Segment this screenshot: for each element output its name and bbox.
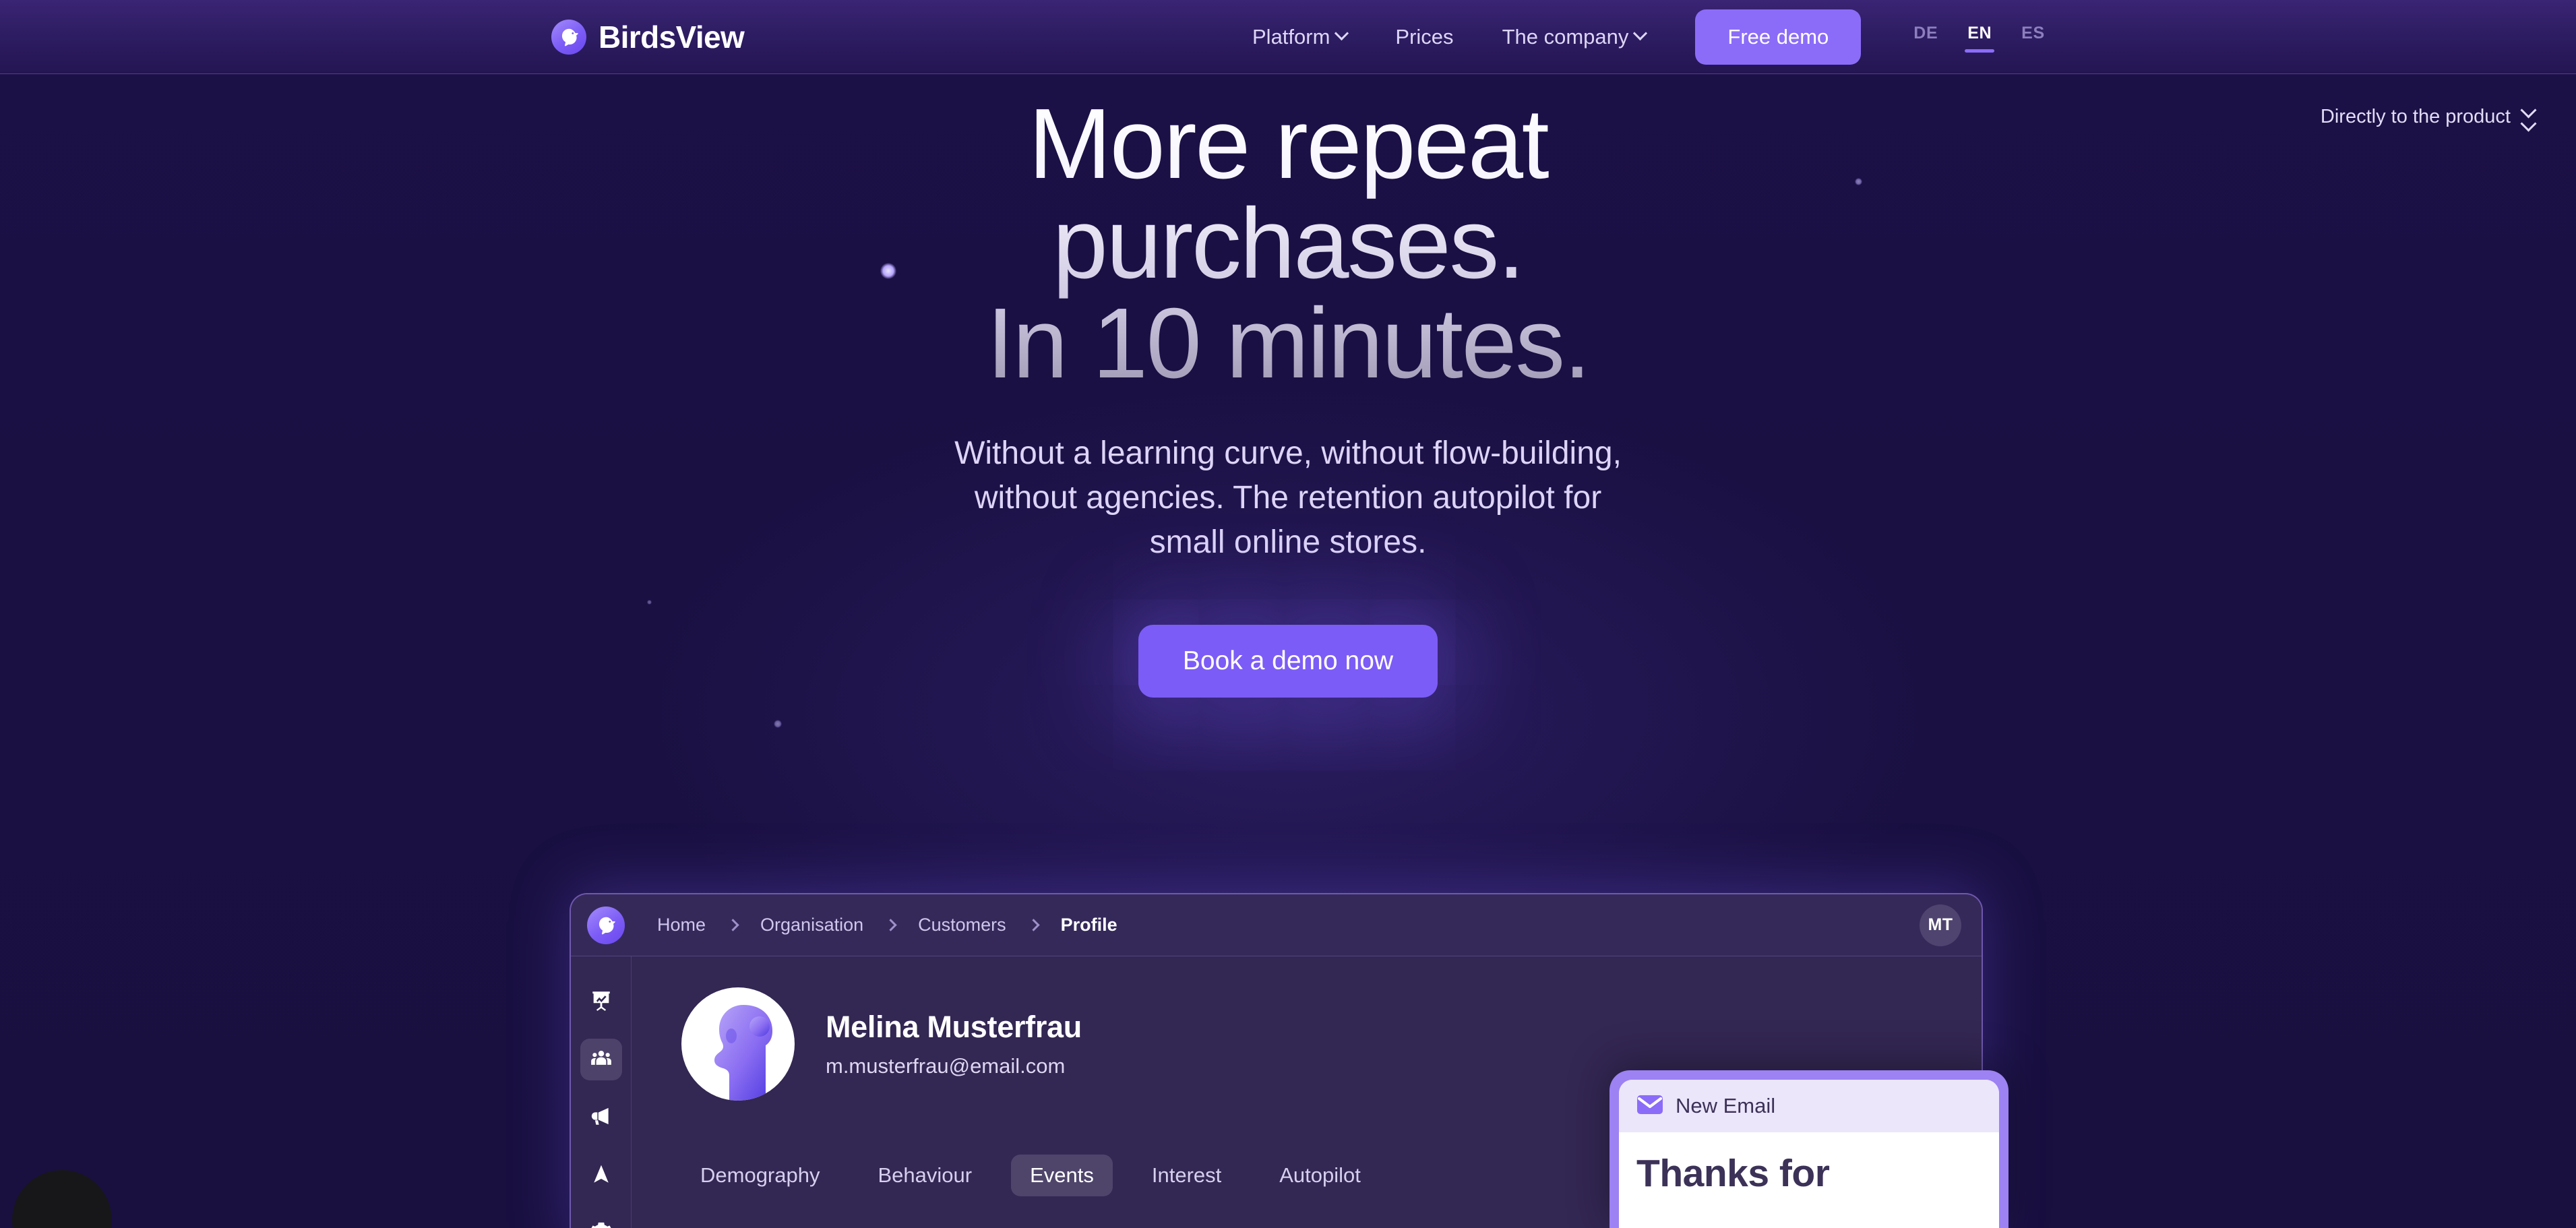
chevron-right-icon: [1026, 919, 1040, 931]
nav-item-prices[interactable]: Prices: [1371, 18, 1477, 56]
landing-page: BirdsView Platform Prices The company Fr…: [0, 0, 2576, 1228]
email-preview-inner: New Email Thanks for: [1619, 1080, 1999, 1228]
bird-logo-icon: [551, 19, 586, 55]
app-topbar: Home Organisation Customers Profile MT: [571, 894, 1982, 956]
email-preview-card: New Email Thanks for: [1609, 1070, 2008, 1228]
hero-section: More repeat purchases. In 10 minutes. Wi…: [0, 0, 2576, 698]
sidebar-item-settings[interactable]: [580, 1212, 622, 1228]
breadcrumb: Home Organisation Customers Profile: [654, 915, 1120, 935]
chevron-right-icon: [727, 919, 739, 931]
gear-icon: [590, 1221, 613, 1228]
people-group-icon: [590, 1047, 613, 1073]
presentation-chart-icon: [590, 989, 613, 1015]
breadcrumb-item-customers[interactable]: Customers: [915, 915, 1009, 935]
site-header: BirdsView Platform Prices The company Fr…: [0, 0, 2576, 74]
double-chevron-down-icon: [2520, 102, 2537, 132]
tab-events[interactable]: Events: [1011, 1155, 1113, 1196]
profile-text-block: Melina Musterfrau m.musterfrau@email.com: [826, 1010, 1082, 1078]
woman-profile-avatar: [681, 987, 795, 1101]
hero-title: More repeat purchases. In 10 minutes.: [0, 94, 2576, 394]
email-preview-label: New Email: [1676, 1094, 1776, 1117]
hero-cta-wrapper: Book a demo now: [0, 624, 2576, 698]
profile-email: m.musterfrau@email.com: [826, 1054, 1066, 1078]
hero-title-line: In 10 minutes.: [986, 288, 1590, 399]
navigation-arrow-icon: [590, 1163, 613, 1189]
nav-item-label: Platform: [1252, 24, 1330, 49]
hero-title-line: purchases.: [1052, 188, 1524, 299]
language-option-es[interactable]: ES: [2006, 18, 2060, 55]
app-sidebar-rail: [571, 956, 632, 1228]
email-preview-header: New Email: [1619, 1080, 1999, 1132]
hero-subtitle: Without a learning curve, without flow-b…: [954, 435, 1622, 561]
language-switcher: DE EN ES: [1899, 18, 2059, 55]
tab-behaviour[interactable]: Behaviour: [859, 1155, 991, 1196]
page-title: Melina Musterfrau: [826, 1010, 1082, 1044]
sidebar-item-autopilot[interactable]: [580, 1155, 622, 1196]
language-option-en[interactable]: EN: [1953, 18, 2006, 55]
nav-item-label: Prices: [1395, 24, 1454, 49]
hero-title-line: More repeat: [1028, 88, 1548, 199]
tab-autopilot[interactable]: Autopilot: [1260, 1155, 1380, 1196]
sidebar-item-dashboard[interactable]: [580, 981, 622, 1022]
chevron-down-icon: [1335, 26, 1349, 41]
nav-item-the-company[interactable]: The company: [1478, 18, 1670, 56]
free-demo-button[interactable]: Free demo: [1695, 9, 1862, 65]
bird-logo-icon: [587, 906, 625, 944]
brand-name: BirdsView: [599, 19, 745, 55]
language-option-de[interactable]: DE: [1899, 18, 1953, 55]
book-a-demo-button[interactable]: Book a demo now: [1138, 624, 1438, 698]
email-preview-title: Thanks for: [1636, 1152, 1830, 1195]
breadcrumb-item-organisation[interactable]: Organisation: [758, 915, 866, 935]
chevron-right-icon: [884, 919, 897, 931]
chevron-down-icon: [1633, 26, 1648, 41]
tab-demography[interactable]: Demography: [681, 1155, 838, 1196]
nav-item-platform[interactable]: Platform: [1228, 18, 1371, 56]
chat-widget-button[interactable]: [12, 1170, 112, 1228]
megaphone-icon: [590, 1105, 613, 1131]
envelope-icon: [1636, 1094, 1663, 1119]
tab-interest[interactable]: Interest: [1133, 1155, 1240, 1196]
nav-item-label: The company: [1502, 24, 1629, 49]
avatar[interactable]: MT: [1920, 904, 1961, 946]
brand-logo[interactable]: BirdsView: [551, 19, 745, 55]
main-nav: Platform Prices The company Free demo DE…: [1228, 9, 2060, 65]
sidebar-item-campaigns[interactable]: [580, 1097, 622, 1138]
directly-to-product-link[interactable]: Directly to the product: [2320, 102, 2537, 132]
directly-to-product-label: Directly to the product: [2320, 106, 2511, 127]
sidebar-item-customers[interactable]: [580, 1039, 622, 1080]
breadcrumb-item-home[interactable]: Home: [654, 915, 708, 935]
breadcrumb-item-profile: Profile: [1060, 915, 1117, 935]
decor-particle: [774, 720, 782, 728]
